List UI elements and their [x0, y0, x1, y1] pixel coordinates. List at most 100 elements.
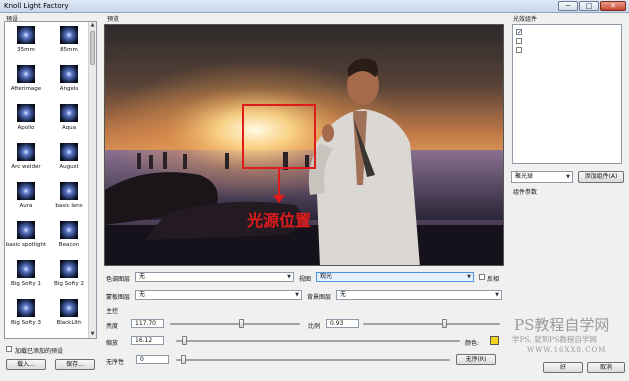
color-swatch[interactable] — [490, 336, 499, 345]
preset-item[interactable]: August — [48, 141, 90, 179]
preset-name: Apollo — [17, 125, 35, 131]
mask-layer-label: 蒙板图层 — [106, 294, 131, 301]
preset-thumbnail — [17, 143, 35, 161]
zoom-slider-track[interactable] — [176, 340, 460, 342]
preset-thumbnail — [60, 221, 78, 239]
preset-thumbnail — [17, 221, 35, 239]
ok-button[interactable]: 好 — [543, 362, 583, 373]
background-layer-select[interactable]: 无 ▼ — [336, 290, 502, 300]
invert-checkbox[interactable] — [479, 274, 485, 280]
preset-thumbnail — [60, 143, 78, 161]
random-button[interactable]: 无序(R) — [456, 354, 496, 365]
preview-canvas[interactable]: 光源位置 — [104, 24, 504, 266]
background-layer-label: 背景图层 — [307, 294, 332, 301]
preset-thumbnail — [17, 26, 35, 44]
brightness-label: 亮度 — [106, 323, 119, 330]
close-button[interactable]: ✕ — [600, 1, 626, 11]
randomness-input[interactable]: 0 — [136, 355, 169, 364]
color-layer-select[interactable]: 无 ▼ — [135, 272, 294, 282]
chevron-down-icon: ▼ — [295, 292, 299, 298]
preset-thumbnail — [60, 104, 78, 122]
zoom-input[interactable]: 16.12 — [131, 336, 164, 345]
randomness-slider-track[interactable] — [176, 359, 450, 361]
scale-slider-track[interactable] — [363, 323, 500, 325]
components-label: 光效组件 — [513, 16, 538, 23]
scroll-down-icon[interactable]: ▼ — [89, 331, 96, 338]
color-label: 颜色: — [465, 340, 480, 347]
presets-list[interactable]: 35mm 85mm Afterimage Angels Apollo Aqua Arc we… — [4, 21, 97, 339]
scale-label: 比例 — [308, 323, 321, 330]
save-button[interactable]: 保存... — [55, 359, 95, 370]
randomness-slider-thumb[interactable] — [181, 355, 187, 364]
load-button[interactable]: 载入... — [6, 359, 46, 370]
view-value: 观光 — [320, 273, 333, 280]
preset-item[interactable]: Afterimage — [5, 63, 47, 101]
view-select[interactable]: 观光 ▼ — [316, 272, 474, 282]
component-type-select[interactable]: 聚光球 ▼ — [511, 171, 573, 183]
preset-item[interactable]: Angels — [48, 63, 90, 101]
preset-thumbnail — [17, 299, 35, 317]
preset-name: Angels — [59, 86, 79, 92]
preset-item[interactable]: 85mm — [48, 24, 90, 62]
preset-name: Big Softy 3 — [11, 320, 41, 326]
component-checkbox[interactable] — [516, 47, 522, 53]
mask-layer-value: 无 — [139, 291, 146, 298]
preset-item[interactable]: Beacon — [48, 219, 90, 257]
load-added-presets-checkbox[interactable] — [6, 346, 12, 352]
color-layer-value: 无 — [139, 273, 146, 280]
preset-thumbnail — [17, 260, 35, 278]
preset-item[interactable]: Aqua — [48, 102, 90, 140]
mask-layer-select[interactable]: 无 ▼ — [135, 290, 302, 300]
scale-slider-thumb[interactable] — [442, 319, 448, 328]
preset-item[interactable]: Big Softy 3 — [5, 297, 47, 335]
preset-name: Aqua — [61, 125, 76, 131]
preview-label: 预览 — [107, 16, 120, 23]
chevron-down-icon: ▼ — [495, 292, 499, 298]
preset-item[interactable]: Aura — [5, 180, 47, 218]
preset-thumbnail — [17, 182, 35, 200]
preset-thumbnail — [17, 104, 35, 122]
brightness-slider-thumb[interactable] — [238, 319, 244, 328]
preset-item[interactable]: 35mm — [5, 24, 47, 62]
preset-item[interactable]: Arc welder — [5, 141, 47, 179]
components-list[interactable]: ✓ — [512, 24, 622, 164]
preset-name: 35mm — [17, 47, 35, 53]
cancel-button[interactable]: 取消 — [587, 362, 625, 373]
add-component-button[interactable]: 添加组件(A) — [578, 171, 624, 183]
preset-item[interactable]: Apollo — [5, 102, 47, 140]
zoom-label: 缩放 — [106, 340, 119, 347]
component-type-value: 聚光球 — [515, 173, 534, 180]
preset-thumbnail — [60, 260, 78, 278]
preset-thumbnail — [60, 26, 78, 44]
chevron-down-icon: ▼ — [566, 174, 570, 180]
scroll-up-icon[interactable]: ▲ — [89, 22, 96, 29]
preset-name: basic spotlight — [5, 242, 47, 248]
minimize-button[interactable]: ─ — [558, 1, 578, 11]
preset-name: basic lens — [55, 203, 83, 209]
brightness-input[interactable]: 117.70 — [131, 319, 164, 328]
component-checkbox[interactable]: ✓ — [516, 29, 522, 36]
preset-item[interactable]: BlackLlth — [48, 297, 90, 335]
watermark-url: WWW.16XX8.COM — [527, 346, 607, 354]
preset-name: Beacon — [58, 242, 80, 248]
brightness-slider-track[interactable] — [170, 323, 300, 325]
presets-scrollbar[interactable]: ▲ ▼ — [88, 22, 96, 338]
light-source-annotation-text: 光源位置 — [247, 211, 312, 230]
scroll-thumb[interactable] — [90, 31, 95, 65]
scale-input[interactable]: 0.93 — [326, 319, 359, 328]
component-params-label: 组件参数 — [513, 189, 538, 196]
component-checkbox[interactable] — [516, 38, 522, 44]
preset-name: BlackLlth — [56, 320, 82, 326]
preset-item[interactable]: basic lens — [48, 180, 90, 218]
title-bar: Knoll Light Factory ─ □ ✕ — [0, 0, 629, 13]
preset-name: Big Softy 2 — [54, 281, 84, 287]
preset-thumbnail — [60, 299, 78, 317]
preset-item[interactable]: basic spotlight — [5, 219, 47, 257]
maximize-button[interactable]: □ — [579, 1, 599, 11]
preset-thumbnail — [17, 65, 35, 83]
chevron-down-icon: ▼ — [467, 274, 471, 280]
zoom-slider-thumb[interactable] — [181, 336, 187, 345]
preset-item[interactable]: Big Softy 1 — [5, 258, 47, 296]
background-layer-value: 无 — [340, 291, 347, 298]
preset-item[interactable]: Big Softy 2 — [48, 258, 90, 296]
